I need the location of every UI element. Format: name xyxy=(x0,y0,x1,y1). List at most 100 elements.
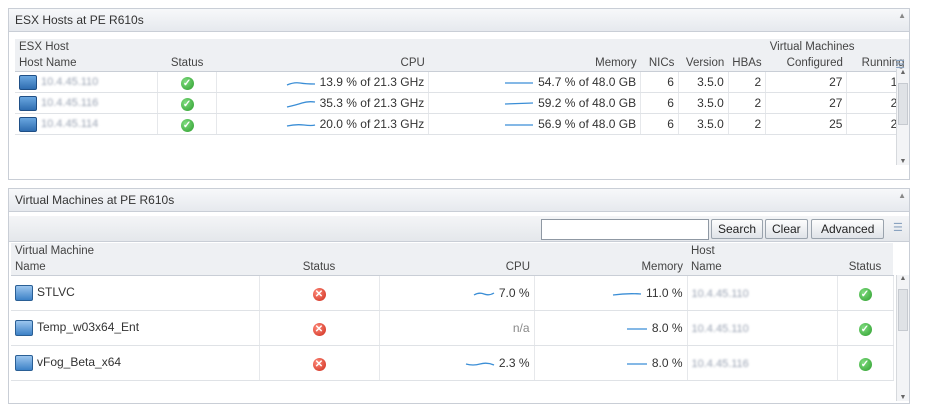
configured-value: 27 xyxy=(765,71,848,93)
host-name[interactable]: 10.4.45.110 xyxy=(692,323,749,335)
check-circle-icon: ✓ xyxy=(858,287,872,301)
search-button[interactable]: Search xyxy=(711,219,764,239)
configured-value: 27 xyxy=(765,92,848,114)
check-circle-icon: ✓ xyxy=(858,322,872,336)
col-host-status[interactable]: Status xyxy=(837,259,893,276)
col-vm-name[interactable]: Name xyxy=(11,259,259,276)
hbas-value: 2 xyxy=(728,92,767,114)
check-circle-icon: ✓ xyxy=(180,97,194,111)
col-host-name[interactable]: Host Name xyxy=(15,55,158,72)
host-name[interactable]: 10.4.45.116 xyxy=(692,358,749,370)
col-version[interactable]: Version xyxy=(678,55,729,72)
memory-sparkline xyxy=(505,82,534,84)
col-configured[interactable]: Configured xyxy=(765,55,847,72)
check-circle-icon: ✓ xyxy=(180,76,194,90)
clear-button[interactable]: Clear xyxy=(765,219,808,239)
virtual-machine-icon xyxy=(15,320,33,336)
memory-value: 54.7 % of 48.0 GB xyxy=(538,75,637,89)
vm-memory-value: 8.0 % xyxy=(651,321,683,335)
col-vm-memory[interactable]: Memory xyxy=(534,259,687,276)
version-value: 3.5.0 xyxy=(678,71,729,93)
vm-panel: Virtual Machines at PE R610s ▲ Search Cl… xyxy=(8,188,910,404)
memory-sparkline xyxy=(505,102,534,105)
cpu-value: 20.0 % of 21.3 GHz xyxy=(319,117,425,131)
version-value: 3.5.0 xyxy=(678,113,729,135)
table-row[interactable]: Temp_w03x64_Ent ✕ n/a 8.0 % 10.4.45.110 … xyxy=(11,310,894,346)
vm-panel-title: Virtual Machines at PE R610s xyxy=(9,189,909,212)
memory-sparkline xyxy=(626,328,647,330)
memory-value: 59.2 % of 48.0 GB xyxy=(538,96,637,110)
table-row[interactable]: 10.4.45.110 ✓ 13.9 % of 21.3 GHz 54.7 % … xyxy=(15,71,909,93)
host-server-icon xyxy=(19,74,37,90)
col-nics[interactable]: NICs xyxy=(640,55,679,72)
col-hbas[interactable]: HBAs xyxy=(728,55,766,72)
column-menu-icon[interactable]: ☰ xyxy=(893,221,903,234)
cpu-sparkline xyxy=(286,100,315,108)
cpu-value: 13.9 % of 21.3 GHz xyxy=(319,75,425,89)
hbas-value: 2 xyxy=(728,113,767,135)
col-status[interactable]: Status xyxy=(157,55,217,72)
table-row[interactable]: STLVC ✕ 7.0 % 11.0 % 10.4.45.110 ✓ xyxy=(11,275,894,311)
cpu-sparkline xyxy=(473,292,495,296)
vm-group-header: Virtual Machine xyxy=(11,243,687,259)
col-vm-status[interactable]: Status xyxy=(259,259,379,276)
vm-cpu-value: n/a xyxy=(379,310,535,346)
esx-hosts-panel: ESX Hosts at PE R610s ▲ ESX Host Virtual… xyxy=(8,8,910,180)
cpu-value: 35.3 % of 21.3 GHz xyxy=(319,96,425,110)
panel-collapse-arrow[interactable]: ▲ xyxy=(898,191,906,200)
search-input[interactable] xyxy=(541,219,709,240)
vm-memory-value: 8.0 % xyxy=(651,356,683,370)
host-name[interactable]: 10.4.45.114 xyxy=(41,118,98,130)
virtual-machine-icon xyxy=(15,355,33,371)
vm-cpu-value: 7.0 % xyxy=(498,286,530,300)
esx-panel-title: ESX Hosts at PE R610s xyxy=(9,9,909,32)
col-vm-cpu[interactable]: CPU xyxy=(379,259,534,276)
vm-name[interactable]: Temp_w03x64_Ent xyxy=(37,320,139,334)
col-memory[interactable]: Memory xyxy=(428,55,641,72)
check-circle-icon: ✓ xyxy=(180,118,194,132)
vm-table-wrap: Virtual Machine Host Name Status CPU Mem… xyxy=(11,243,894,381)
x-circle-icon: ✕ xyxy=(312,287,326,301)
vm-name[interactable]: STLVC xyxy=(37,285,75,299)
col-cpu[interactable]: CPU xyxy=(216,55,429,72)
version-value: 3.5.0 xyxy=(678,92,729,114)
check-circle-icon: ✓ xyxy=(858,357,872,371)
nics-value: 6 xyxy=(640,113,679,135)
col-host-name[interactable]: Name xyxy=(687,259,837,276)
configured-value: 25 xyxy=(765,113,848,135)
cpu-sparkline xyxy=(465,362,495,366)
x-circle-icon: ✕ xyxy=(312,322,326,336)
table-row[interactable]: 10.4.45.116 ✓ 35.3 % of 21.3 GHz 59.2 % … xyxy=(15,92,909,114)
vm-table: Virtual Machine Host Name Status CPU Mem… xyxy=(11,243,894,381)
nics-value: 6 xyxy=(640,92,679,114)
hbas-value: 2 xyxy=(728,71,767,93)
esx-hosts-table-wrap: ESX Host Virtual Machines Host Name Stat… xyxy=(15,39,909,135)
host-name[interactable]: 10.4.45.116 xyxy=(41,97,98,109)
cpu-sparkline xyxy=(286,81,315,86)
host-name[interactable]: 10.4.45.110 xyxy=(41,76,98,88)
x-circle-icon: ✕ xyxy=(312,357,326,371)
esx-scrollbar[interactable]: ▲ ▼ xyxy=(896,69,909,165)
advanced-button[interactable]: Advanced xyxy=(811,219,885,239)
panel-collapse-arrow[interactable]: ▲ xyxy=(898,11,906,20)
host-server-icon xyxy=(19,95,37,111)
vm-scrollbar[interactable]: ▲ ▼ xyxy=(896,275,909,401)
table-row[interactable]: vFog_Beta_x64 ✕ 2.3 % 8.0 % 10.4.45.116 … xyxy=(11,345,894,381)
vm-toolbar: Search Clear Advanced ☰ xyxy=(9,216,909,242)
memory-sparkline xyxy=(626,363,647,365)
vm-name[interactable]: vFog_Beta_x64 xyxy=(37,355,121,369)
cpu-sparkline xyxy=(286,123,315,127)
memory-sparkline xyxy=(505,124,534,126)
esx-hosts-table: ESX Host Virtual Machines Host Name Stat… xyxy=(15,39,909,135)
host-server-icon xyxy=(19,116,37,132)
vm-memory-value: 11.0 % xyxy=(646,286,683,300)
host-name[interactable]: 10.4.45.110 xyxy=(692,288,749,300)
vms-group-header: Virtual Machines xyxy=(765,39,909,55)
nics-value: 6 xyxy=(640,71,679,93)
memory-sparkline xyxy=(612,292,642,296)
vm-cpu-value: 2.3 % xyxy=(498,356,530,370)
host-group-header: Host xyxy=(687,243,893,259)
esx-host-group-header: ESX Host xyxy=(15,39,766,55)
virtual-machine-icon xyxy=(15,285,33,301)
table-row[interactable]: 10.4.45.114 ✓ 20.0 % of 21.3 GHz 56.9 % … xyxy=(15,113,909,135)
